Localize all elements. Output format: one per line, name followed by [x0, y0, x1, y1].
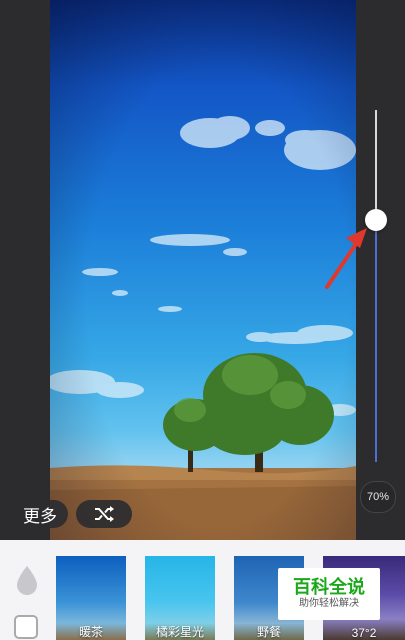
photo-canvas[interactable] [50, 0, 356, 540]
square-icon[interactable] [14, 615, 38, 639]
intensity-slider-thumb[interactable] [365, 209, 387, 231]
filter-thumb-1[interactable]: 暖茶 [56, 556, 126, 640]
filter-label: 37°2 [351, 626, 377, 640]
filter-thumb-2[interactable]: 橘彩星光 [145, 556, 215, 640]
watermark-title: 百科全说 [293, 577, 365, 597]
right-panel [355, 0, 405, 540]
intensity-slider-fill[interactable] [375, 220, 377, 462]
filter-label: 野餐 [256, 625, 281, 639]
filter-label: 橘彩星光 [155, 625, 204, 639]
watermark-subtitle: 助你轻松解决 [299, 598, 359, 609]
photo-vignette [50, 0, 356, 540]
filter-label: 暖茶 [78, 625, 103, 639]
shuffle-button[interactable] [76, 500, 132, 528]
intensity-percent-label: 70% [360, 481, 396, 513]
intensity-slider-track[interactable] [375, 110, 377, 220]
watermark-logo: 百科全说 助你轻松解决 [278, 568, 380, 620]
more-button[interactable]: 更多 [12, 500, 68, 528]
left-margin [0, 0, 50, 540]
drop-icon[interactable] [15, 564, 39, 596]
shuffle-icon [95, 506, 114, 522]
tool-column [0, 540, 52, 640]
